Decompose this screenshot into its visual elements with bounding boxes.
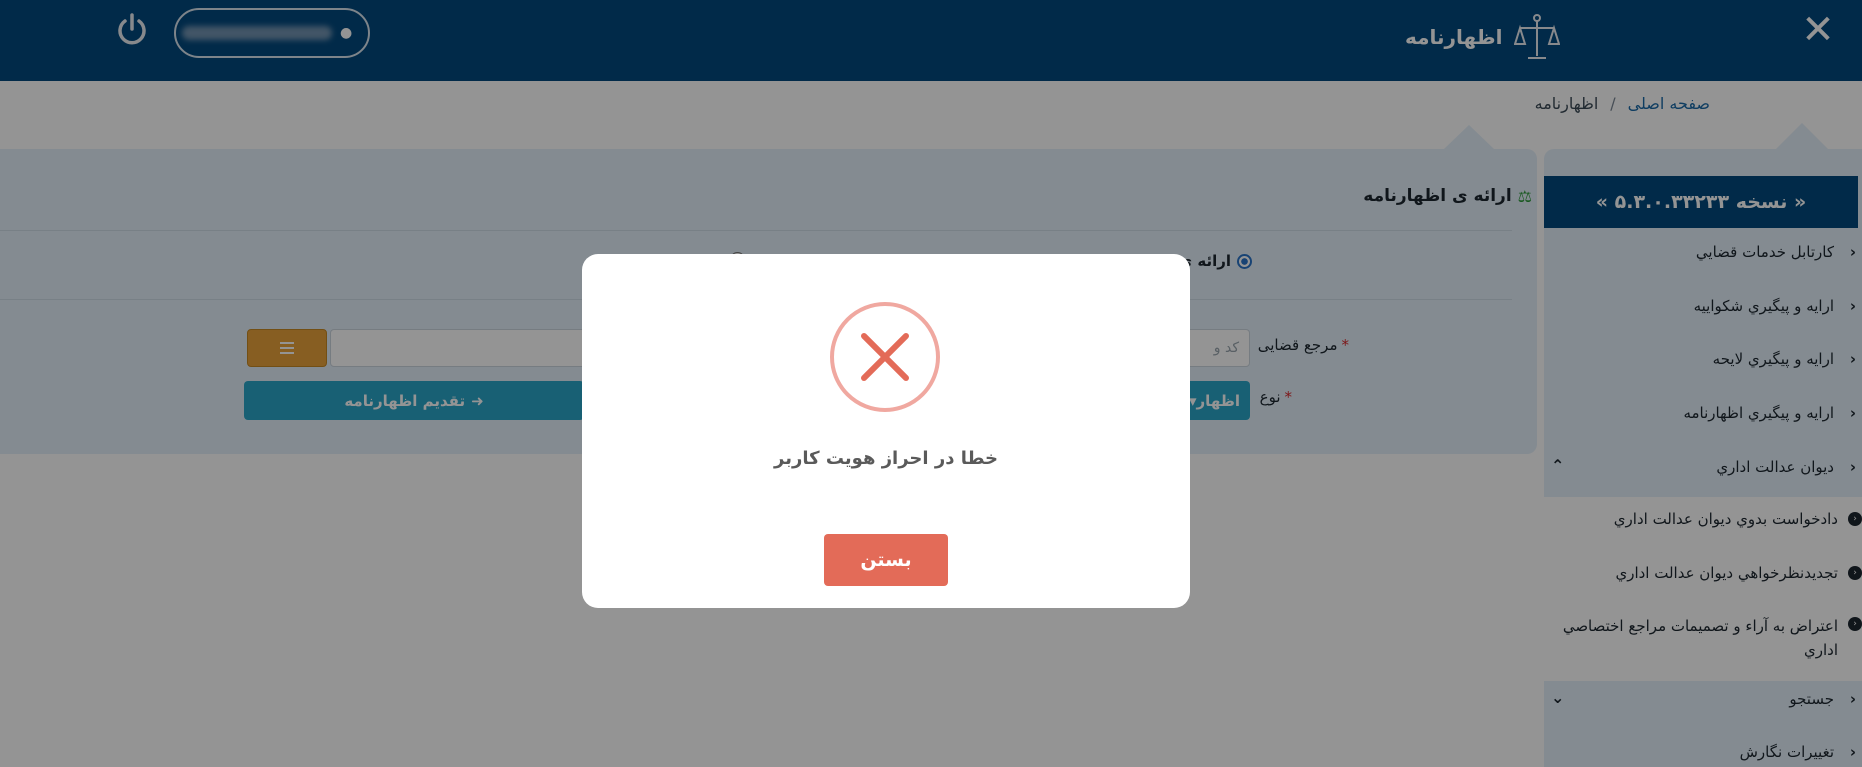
close-dialog-button[interactable]: بستن	[824, 534, 948, 586]
error-dialog: خطا در احراز هويت کاربر بستن	[582, 254, 1190, 608]
error-x-icon	[830, 302, 940, 412]
error-message: خطا در احراز هويت کاربر	[774, 448, 998, 469]
